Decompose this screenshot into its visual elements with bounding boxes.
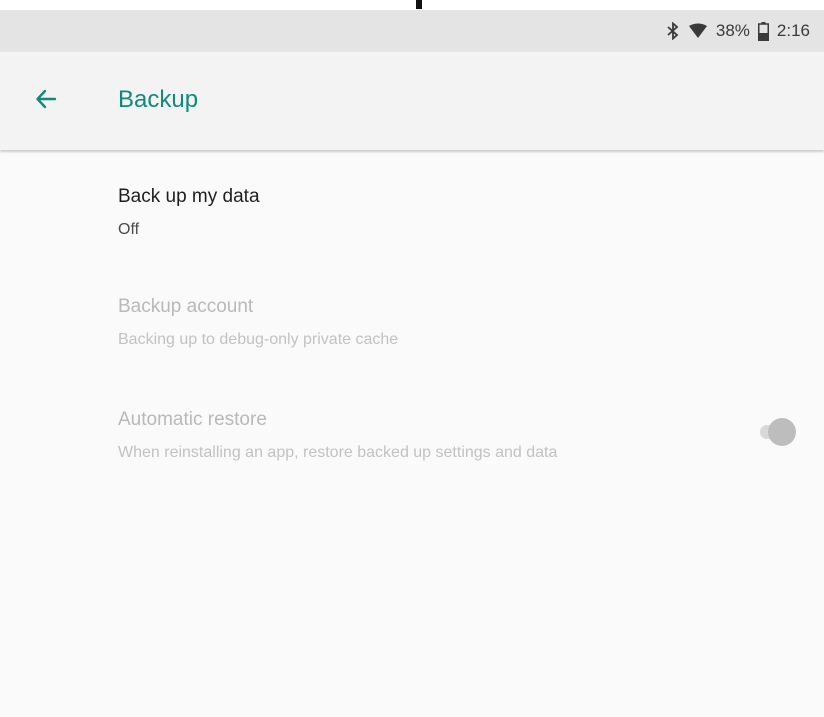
preference-automatic-restore[interactable]: Automatic restore When reinstalling an a…: [118, 409, 824, 469]
status-bar: 38% 2:16: [0, 10, 824, 52]
preference-summary: When reinstalling an app, restore backed…: [118, 444, 558, 461]
preference-backup-account[interactable]: Backup account Backing up to debug-only …: [118, 296, 824, 356]
app-bar: Backup: [0, 52, 824, 150]
battery-icon: [757, 21, 769, 41]
arrow-left-icon: [35, 88, 57, 115]
back-button[interactable]: [24, 79, 68, 123]
preference-title: Back up my data: [118, 186, 260, 207]
page-title: Backup: [118, 86, 199, 113]
preference-title: Automatic restore: [118, 409, 267, 430]
preference-summary: Off: [118, 221, 140, 238]
preference-summary: Backing up to debug-only private cache: [118, 331, 399, 348]
battery-percent: 38%: [715, 21, 750, 40]
toggle-thumb: [768, 418, 796, 446]
clock: 2:16: [776, 21, 810, 40]
cropped-glyph: [416, 0, 422, 9]
automatic-restore-toggle[interactable]: [752, 417, 798, 447]
wifi-icon: [688, 23, 708, 39]
bluetooth-icon: [666, 22, 680, 40]
preference-title: Backup account: [118, 296, 254, 317]
status-icons: 38% 2:16: [666, 10, 810, 52]
preference-back-up-my-data[interactable]: Back up my data Off: [118, 186, 824, 246]
